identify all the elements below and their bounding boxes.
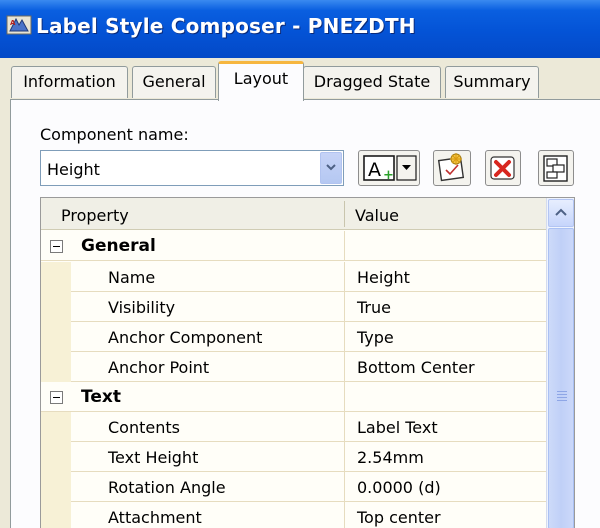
vertical-scrollbar[interactable] <box>546 198 574 528</box>
svg-text:A: A <box>10 19 16 27</box>
column-separator <box>344 382 345 412</box>
column-separator <box>344 231 345 261</box>
component-name-label: Component name: <box>40 125 189 144</box>
grip-line <box>557 394 567 395</box>
component-name-value: Height <box>47 160 100 179</box>
category-label: General <box>81 236 156 256</box>
row-gutter <box>41 262 71 292</box>
grip-line <box>557 400 567 401</box>
tab-general[interactable]: General <box>132 66 216 98</box>
property-row[interactable]: Text Height 2.54mm <box>41 442 546 472</box>
window-title: Label Style Composer - PNEZDTH <box>36 14 416 38</box>
property-value[interactable]: True <box>357 298 391 317</box>
property-row[interactable]: Contents Label Text <box>41 412 546 442</box>
dropdown-button[interactable] <box>320 152 342 184</box>
property-value[interactable]: Height <box>357 268 410 287</box>
draw-order-button[interactable] <box>538 150 574 186</box>
category-row-text[interactable]: Text <box>41 382 546 412</box>
add-component-button[interactable]: A + <box>358 150 420 186</box>
property-name: Anchor Component <box>108 328 263 347</box>
row-gutter <box>41 412 71 442</box>
svg-text:+: + <box>383 168 394 183</box>
property-value[interactable]: 0.0000 (d) <box>357 478 441 497</box>
property-row[interactable]: Attachment Top center <box>41 502 546 528</box>
tab-information[interactable]: Information <box>11 66 128 98</box>
property-name: Name <box>108 268 156 287</box>
column-separator <box>344 472 345 502</box>
property-value[interactable]: Bottom Center <box>357 358 475 377</box>
property-row[interactable]: Anchor Component Type <box>41 322 546 352</box>
copy-component-icon <box>437 153 465 182</box>
category-row-general[interactable]: General <box>41 231 546 261</box>
property-value[interactable]: Type <box>357 328 394 347</box>
svg-text:A: A <box>368 159 381 181</box>
column-separator <box>344 262 345 292</box>
copy-component-button[interactable] <box>433 150 471 186</box>
category-label: Text <box>81 387 121 407</box>
scroll-up-button[interactable] <box>548 199 574 227</box>
value-column-header: Value <box>355 206 399 225</box>
property-row[interactable]: Name Height <box>41 262 546 292</box>
chevron-up-icon <box>555 208 567 216</box>
property-name: Rotation Angle <box>108 478 226 497</box>
delete-component-button[interactable] <box>485 150 521 186</box>
tab-dragged-state[interactable]: Dragged State <box>303 66 441 98</box>
property-name: Anchor Point <box>108 358 210 377</box>
collapse-icon[interactable] <box>50 240 63 253</box>
column-separator <box>344 322 345 352</box>
row-gutter <box>41 352 71 382</box>
tab-layout[interactable]: Layout <box>218 61 304 101</box>
row-gutter <box>41 292 71 322</box>
app-icon: A <box>6 15 32 35</box>
property-value[interactable]: 2.54mm <box>357 448 424 467</box>
scroll-thumb[interactable] <box>548 228 574 528</box>
chevron-down-icon <box>326 164 336 171</box>
row-gutter <box>41 442 71 472</box>
column-separator <box>344 352 345 382</box>
column-separator <box>344 292 345 322</box>
property-name: Text Height <box>108 448 199 467</box>
property-name: Visibility <box>108 298 176 317</box>
property-grid: Property Value General Name Height Visib… <box>40 197 575 528</box>
add-component-icon: A + <box>363 155 417 183</box>
column-separator <box>344 412 345 442</box>
delete-component-icon <box>490 156 515 180</box>
property-row[interactable]: Anchor Point Bottom Center <box>41 352 546 382</box>
property-row[interactable]: Visibility True <box>41 292 546 322</box>
draw-order-icon <box>543 155 568 182</box>
column-separator <box>344 502 345 528</box>
title-bar: A Label Style Composer - PNEZDTH <box>0 0 600 58</box>
grid-header: Property Value <box>41 198 546 230</box>
column-separator <box>344 442 345 472</box>
row-gutter <box>41 472 71 502</box>
grip-line <box>557 391 567 392</box>
property-name: Attachment <box>108 508 202 527</box>
tab-strip: Information General Layout Dragged State… <box>0 58 600 101</box>
grip-line <box>557 397 567 398</box>
property-column-header: Property <box>61 206 129 225</box>
component-name-select[interactable]: Height <box>40 150 344 186</box>
collapse-icon[interactable] <box>50 391 63 404</box>
property-value[interactable]: Label Text <box>357 418 438 437</box>
property-name: Contents <box>108 418 180 437</box>
property-row[interactable]: Rotation Angle 0.0000 (d) <box>41 472 546 502</box>
column-divider[interactable] <box>344 201 345 227</box>
row-gutter <box>41 502 71 528</box>
property-value[interactable]: Top center <box>357 508 441 527</box>
row-gutter <box>41 322 71 352</box>
tab-summary[interactable]: Summary <box>445 66 539 98</box>
